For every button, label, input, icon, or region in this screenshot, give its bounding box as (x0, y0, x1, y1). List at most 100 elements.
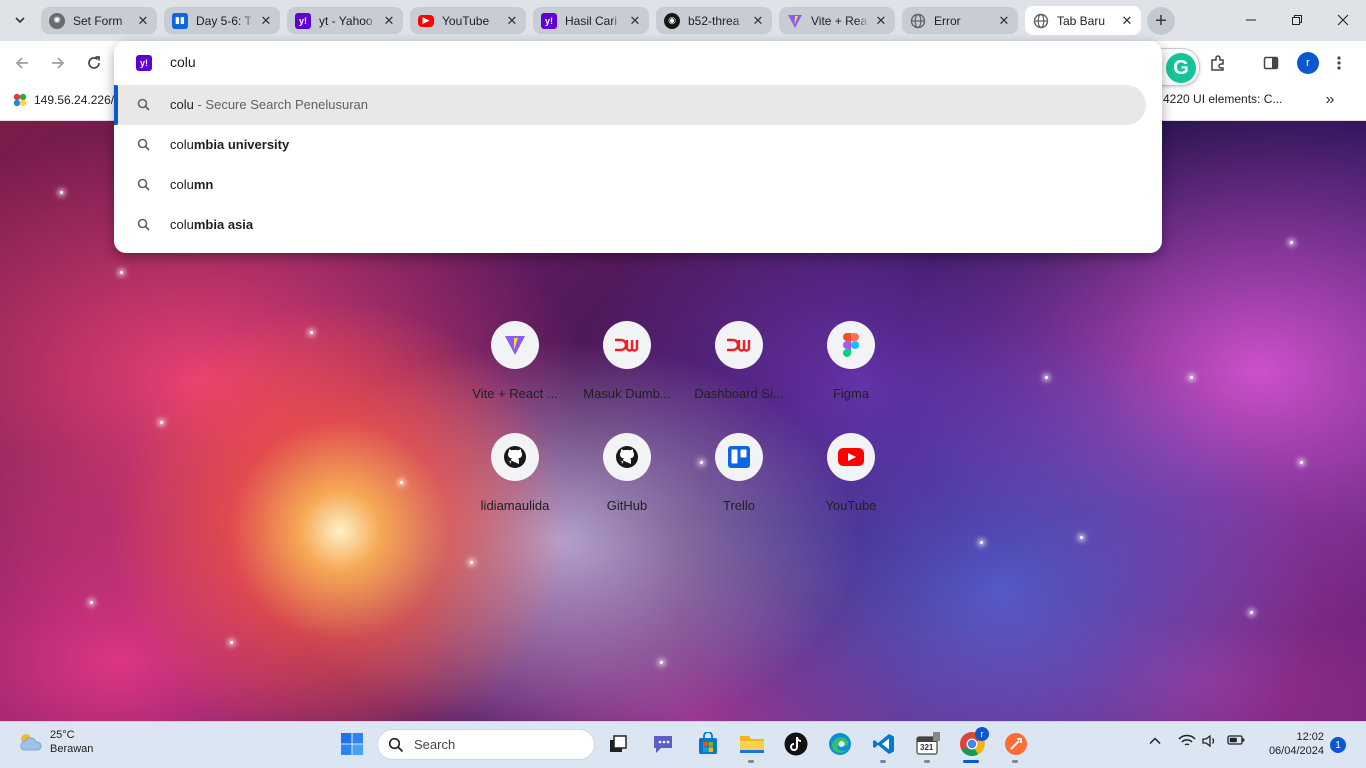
shortcut-tile[interactable]: Vite + React ... (459, 321, 571, 433)
chat-app-button[interactable] (649, 730, 677, 758)
star (90, 601, 93, 604)
trello-icon (728, 446, 750, 468)
volume-button[interactable] (1202, 734, 1218, 751)
double-chevron-right-icon: » (1325, 91, 1335, 108)
suggestion-completion: mbia asia (193, 217, 254, 232)
tab-day-5-6[interactable]: ▮▮ Day 5-6: T ✕ (164, 7, 280, 34)
extensions-button[interactable] (1206, 51, 1230, 75)
postman-button[interactable] (1002, 730, 1030, 758)
dumbways-icon (615, 338, 639, 352)
task-view-icon (610, 735, 627, 752)
show-hidden-icons-button[interactable] (1148, 734, 1162, 751)
star (1250, 611, 1253, 614)
back-button[interactable] (10, 51, 34, 75)
close-icon[interactable]: ✕ (135, 13, 151, 29)
tab-title: YouTube (442, 13, 490, 28)
shortcut-tile[interactable]: Dashboard Si... (683, 321, 795, 433)
suggestion-item[interactable]: columbia asia (114, 205, 1146, 245)
vite-icon (788, 14, 802, 28)
chrome-menu-button[interactable] (1327, 51, 1351, 75)
tab-b52-thread[interactable]: ◉ b52-threa ✕ (656, 7, 772, 34)
shortcut-tile[interactable]: YouTube (795, 433, 907, 545)
reload-button[interactable] (82, 51, 106, 75)
github-icon (616, 446, 638, 468)
shortcut-icon-circle (715, 433, 763, 481)
chevron-up-icon (1149, 737, 1161, 745)
taskbar-search[interactable]: Search (377, 729, 595, 760)
vscode-button[interactable] (870, 730, 898, 758)
close-window-button[interactable] (1320, 0, 1366, 40)
clock-time: 12:02 (1296, 731, 1324, 743)
globe-icon (1033, 13, 1049, 28)
store-icon (699, 732, 717, 754)
close-icon[interactable]: ✕ (258, 13, 274, 29)
star (400, 481, 403, 484)
task-view-button[interactable] (604, 730, 632, 758)
side-panel-icon (1263, 56, 1279, 70)
speaker-icon (1202, 734, 1215, 748)
forward-button[interactable] (46, 51, 70, 75)
suggestion-completion: mbia university (193, 137, 290, 152)
tiktok-icon (784, 732, 808, 756)
suggestion-item[interactable]: column (114, 165, 1146, 205)
tab-set-form[interactable]: ✺ Set Form ✕ (41, 7, 157, 34)
clock[interactable]: 12:02 06/04/2024 (1254, 730, 1324, 758)
bookmark-item[interactable]: 4220 UI elements: C... (1163, 92, 1282, 106)
shortcut-tile[interactable]: lidiamaulida (459, 433, 571, 545)
tab-tab-baru[interactable]: Tab Baru ✕ (1025, 6, 1141, 35)
start-button[interactable] (338, 730, 366, 758)
tiktok-button[interactable] (782, 730, 810, 758)
tab-title: Vite + Rea (811, 13, 868, 28)
restore-button[interactable] (1274, 0, 1320, 40)
battery-button[interactable] (1227, 734, 1245, 749)
cloud-sun-icon (20, 734, 42, 751)
shortcut-icon-circle (603, 321, 651, 369)
profile-avatar[interactable]: r (1297, 52, 1319, 74)
omnibox-input[interactable]: colu (170, 54, 196, 70)
shortcut-tile[interactable]: GitHub (571, 433, 683, 545)
tab-yt-yahoo[interactable]: y! yt - Yahoo ✕ (287, 7, 403, 34)
side-panel-button[interactable] (1259, 51, 1283, 75)
tab-youtube[interactable]: ▶ YouTube ✕ (410, 7, 526, 34)
close-icon[interactable]: ✕ (750, 13, 766, 29)
tab-vite-react[interactable]: Vite + Rea ✕ (779, 7, 895, 34)
edge-button[interactable] (826, 730, 854, 758)
chrome-button[interactable]: r (958, 727, 989, 758)
calendar-app-button[interactable]: 321 (914, 730, 942, 758)
shortcut-icon-circle (715, 321, 763, 369)
search-icon (388, 737, 404, 752)
close-icon[interactable]: ✕ (1119, 13, 1135, 29)
shortcut-tile[interactable]: Figma (795, 321, 907, 433)
close-icon[interactable]: ✕ (504, 13, 520, 29)
bookmarks-overflow-button[interactable]: » (1320, 90, 1340, 110)
network-button[interactable] (1178, 734, 1196, 751)
tab-error[interactable]: Error ✕ (902, 7, 1018, 34)
close-icon[interactable]: ✕ (996, 13, 1012, 29)
dumbways-icon (727, 338, 751, 352)
close-icon[interactable]: ✕ (381, 13, 397, 29)
close-icon (1337, 14, 1349, 26)
running-indicator (748, 760, 754, 763)
minimize-button[interactable] (1228, 0, 1274, 40)
bookmark-item[interactable]: 149.56.24.226/j (12, 92, 117, 108)
new-tab-button[interactable]: + (1147, 7, 1175, 35)
file-explorer-button[interactable] (738, 730, 766, 758)
shortcut-tile[interactable]: Masuk Dumb... (571, 321, 683, 433)
shortcut-tile[interactable]: Trello (683, 433, 795, 545)
weather-widget[interactable]: 25°C Berawan (16, 728, 93, 756)
tab-hasil-cari[interactable]: y! Hasil Cari ✕ (533, 7, 649, 34)
notification-badge[interactable]: 1 (1330, 737, 1346, 753)
yahoo-search-engine-icon: y! (136, 55, 152, 71)
suggestion-item[interactable]: colu - Secure Search Penelusuran (114, 85, 1146, 125)
suggestion-item[interactable]: columbia university (114, 125, 1146, 165)
close-icon[interactable]: ✕ (627, 13, 643, 29)
close-icon[interactable]: ✕ (873, 13, 889, 29)
microsoft-store-button[interactable] (694, 730, 722, 758)
star (1290, 241, 1293, 244)
shortcut-label: YouTube (825, 498, 877, 513)
tab-title: Error (934, 13, 961, 28)
grammarly-icon[interactable]: G (1166, 53, 1196, 83)
shortcut-label: Dashboard Si... (694, 386, 784, 401)
omnibox[interactable]: y! colu (114, 41, 1162, 85)
tab-search-button[interactable] (8, 8, 32, 32)
